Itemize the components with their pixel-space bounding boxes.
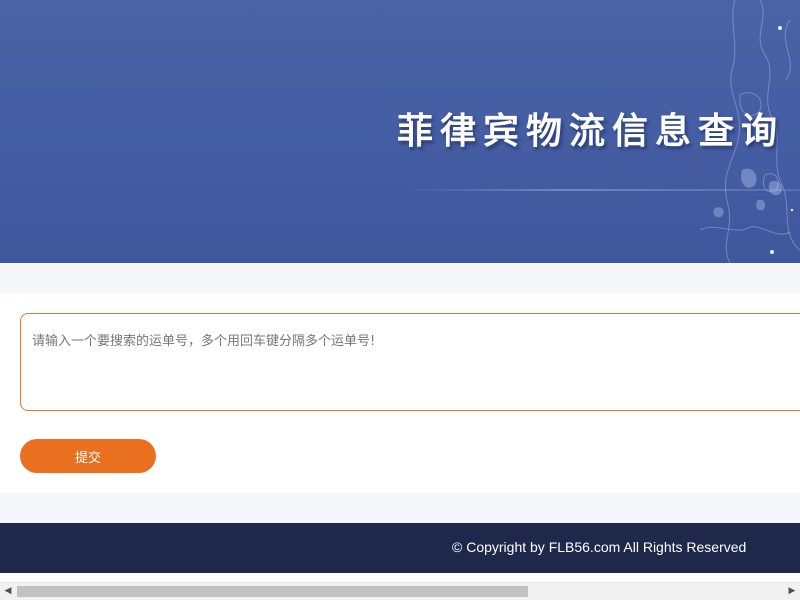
tracking-form-panel: 提交	[0, 293, 800, 493]
title-divider	[400, 189, 800, 191]
header-banner: 菲律宾物流信息查询	[0, 0, 800, 263]
page: 菲律宾物流信息查询 提交 © Copyright by FLB56.com Al…	[0, 0, 800, 600]
scrollbar-thumb[interactable]	[17, 586, 528, 597]
copyright-text: © Copyright by FLB56.com All Rights Rese…	[452, 539, 747, 555]
horizontal-scrollbar[interactable]: ◀ ▶	[0, 582, 800, 600]
footer: © Copyright by FLB56.com All Rights Rese…	[0, 523, 800, 573]
scroll-right-arrow-icon[interactable]: ▶	[784, 583, 800, 600]
page-title: 菲律宾物流信息查询	[397, 111, 785, 152]
submit-button[interactable]: 提交	[20, 439, 156, 473]
spacer-strip-lower	[0, 493, 800, 523]
tracking-number-input[interactable]	[20, 313, 800, 411]
scroll-left-arrow-icon[interactable]: ◀	[0, 583, 16, 600]
page-bottom-gap	[0, 573, 800, 582]
spacer-strip	[0, 263, 800, 293]
